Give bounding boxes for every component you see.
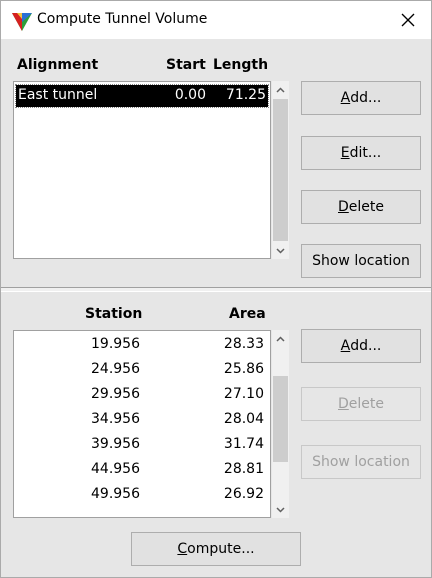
table-row[interactable]: 34.956 28.04 — [14, 409, 270, 431]
station-cell: 34.956 — [91, 411, 140, 427]
add-alignment-button[interactable]: Add... — [301, 81, 421, 115]
table-row[interactable]: 39.956 31.74 — [14, 434, 270, 456]
window-title: Compute Tunnel Volume — [37, 11, 208, 27]
compute-label: ompute... — [187, 541, 255, 557]
close-button[interactable] — [385, 1, 431, 39]
alignment-name: East tunnel — [18, 87, 98, 103]
alignment-panel: Alignment Start Length East tunnel 0.00 … — [1, 39, 431, 287]
station-cell: 39.956 — [91, 436, 140, 452]
delete-alignment-accel: D — [338, 199, 349, 215]
edit-alignment-label: dit... — [349, 145, 382, 161]
station-cell: 49.956 — [91, 486, 140, 502]
table-row[interactable]: 19.956 28.33 — [14, 334, 270, 356]
section-panel: Station Area 19.956 28.33 24.956 25.86 2… — [1, 292, 431, 577]
table-row[interactable]: 49.956 26.92 — [14, 484, 270, 506]
chevron-down-icon — [276, 506, 285, 513]
edit-alignment-accel: E — [340, 145, 350, 161]
chevron-up-icon — [276, 86, 285, 93]
close-icon — [401, 13, 415, 27]
show-alignment-location-label: Show location — [312, 253, 410, 269]
delete-section-accel: D — [338, 396, 349, 412]
section-list-scrollbar[interactable] — [272, 330, 289, 518]
edit-alignment-button[interactable]: Edit... — [301, 136, 421, 170]
dialog-window: Compute Tunnel Volume Alignment Start Le… — [0, 0, 432, 578]
scroll-thumb[interactable] — [273, 376, 288, 462]
delete-section-button[interactable]: Delete — [301, 387, 421, 421]
tunnel-app-icon — [12, 13, 32, 31]
alignment-length: 71.25 — [225, 87, 266, 103]
add-section-accel: A — [340, 338, 351, 354]
chevron-down-icon — [276, 247, 285, 254]
add-alignment-label: dd... — [350, 90, 382, 106]
add-section-label: dd... — [350, 338, 382, 354]
area-column-header: Area — [229, 306, 266, 322]
station-cell: 24.956 — [91, 361, 140, 377]
add-section-button[interactable]: Add... — [301, 329, 421, 363]
scroll-down-button[interactable] — [272, 242, 289, 259]
alignment-start: 0.00 — [174, 87, 206, 103]
compute-button[interactable]: Compute... — [131, 532, 301, 566]
table-row[interactable]: 29.956 27.10 — [14, 384, 270, 406]
compute-accel: C — [177, 541, 188, 557]
area-cell: 27.10 — [223, 386, 264, 402]
scroll-thumb[interactable] — [273, 99, 288, 241]
start-column-header: Start — [166, 57, 206, 73]
alignment-list[interactable]: East tunnel 0.00 71.25 — [13, 81, 271, 259]
alignment-list-scrollbar[interactable] — [272, 81, 289, 259]
scroll-down-button[interactable] — [272, 501, 289, 518]
scroll-up-button[interactable] — [272, 330, 289, 347]
station-cell: 29.956 — [91, 386, 140, 402]
area-cell: 31.74 — [223, 436, 264, 452]
show-section-location-button[interactable]: Show location — [301, 445, 421, 479]
title-bar: Compute Tunnel Volume — [1, 1, 431, 39]
section-list[interactable]: 19.956 28.33 24.956 25.86 29.956 27.10 3… — [13, 330, 271, 518]
delete-alignment-label: elete — [348, 199, 384, 215]
alignment-row[interactable]: East tunnel 0.00 71.25 — [15, 84, 269, 108]
delete-alignment-button[interactable]: Delete — [301, 190, 421, 224]
table-row[interactable]: 44.956 28.81 — [14, 459, 270, 481]
table-row[interactable]: 24.956 25.86 — [14, 359, 270, 381]
add-alignment-accel: A — [340, 90, 351, 106]
area-cell: 25.86 — [223, 361, 264, 377]
length-column-header: Length — [213, 57, 269, 73]
delete-section-label: elete — [348, 396, 384, 412]
area-cell: 28.04 — [223, 411, 264, 427]
area-cell: 28.33 — [223, 336, 264, 352]
station-cell: 44.956 — [91, 461, 140, 477]
chevron-up-icon — [276, 335, 285, 342]
area-cell: 28.81 — [223, 461, 264, 477]
alignment-column-header: Alignment — [17, 57, 99, 73]
station-column-header: Station — [85, 306, 143, 322]
area-cell: 26.92 — [223, 486, 264, 502]
show-section-location-label: Show location — [312, 454, 410, 470]
show-alignment-location-button[interactable]: Show location — [301, 244, 421, 278]
scroll-up-button[interactable] — [272, 81, 289, 98]
station-cell: 19.956 — [91, 336, 140, 352]
